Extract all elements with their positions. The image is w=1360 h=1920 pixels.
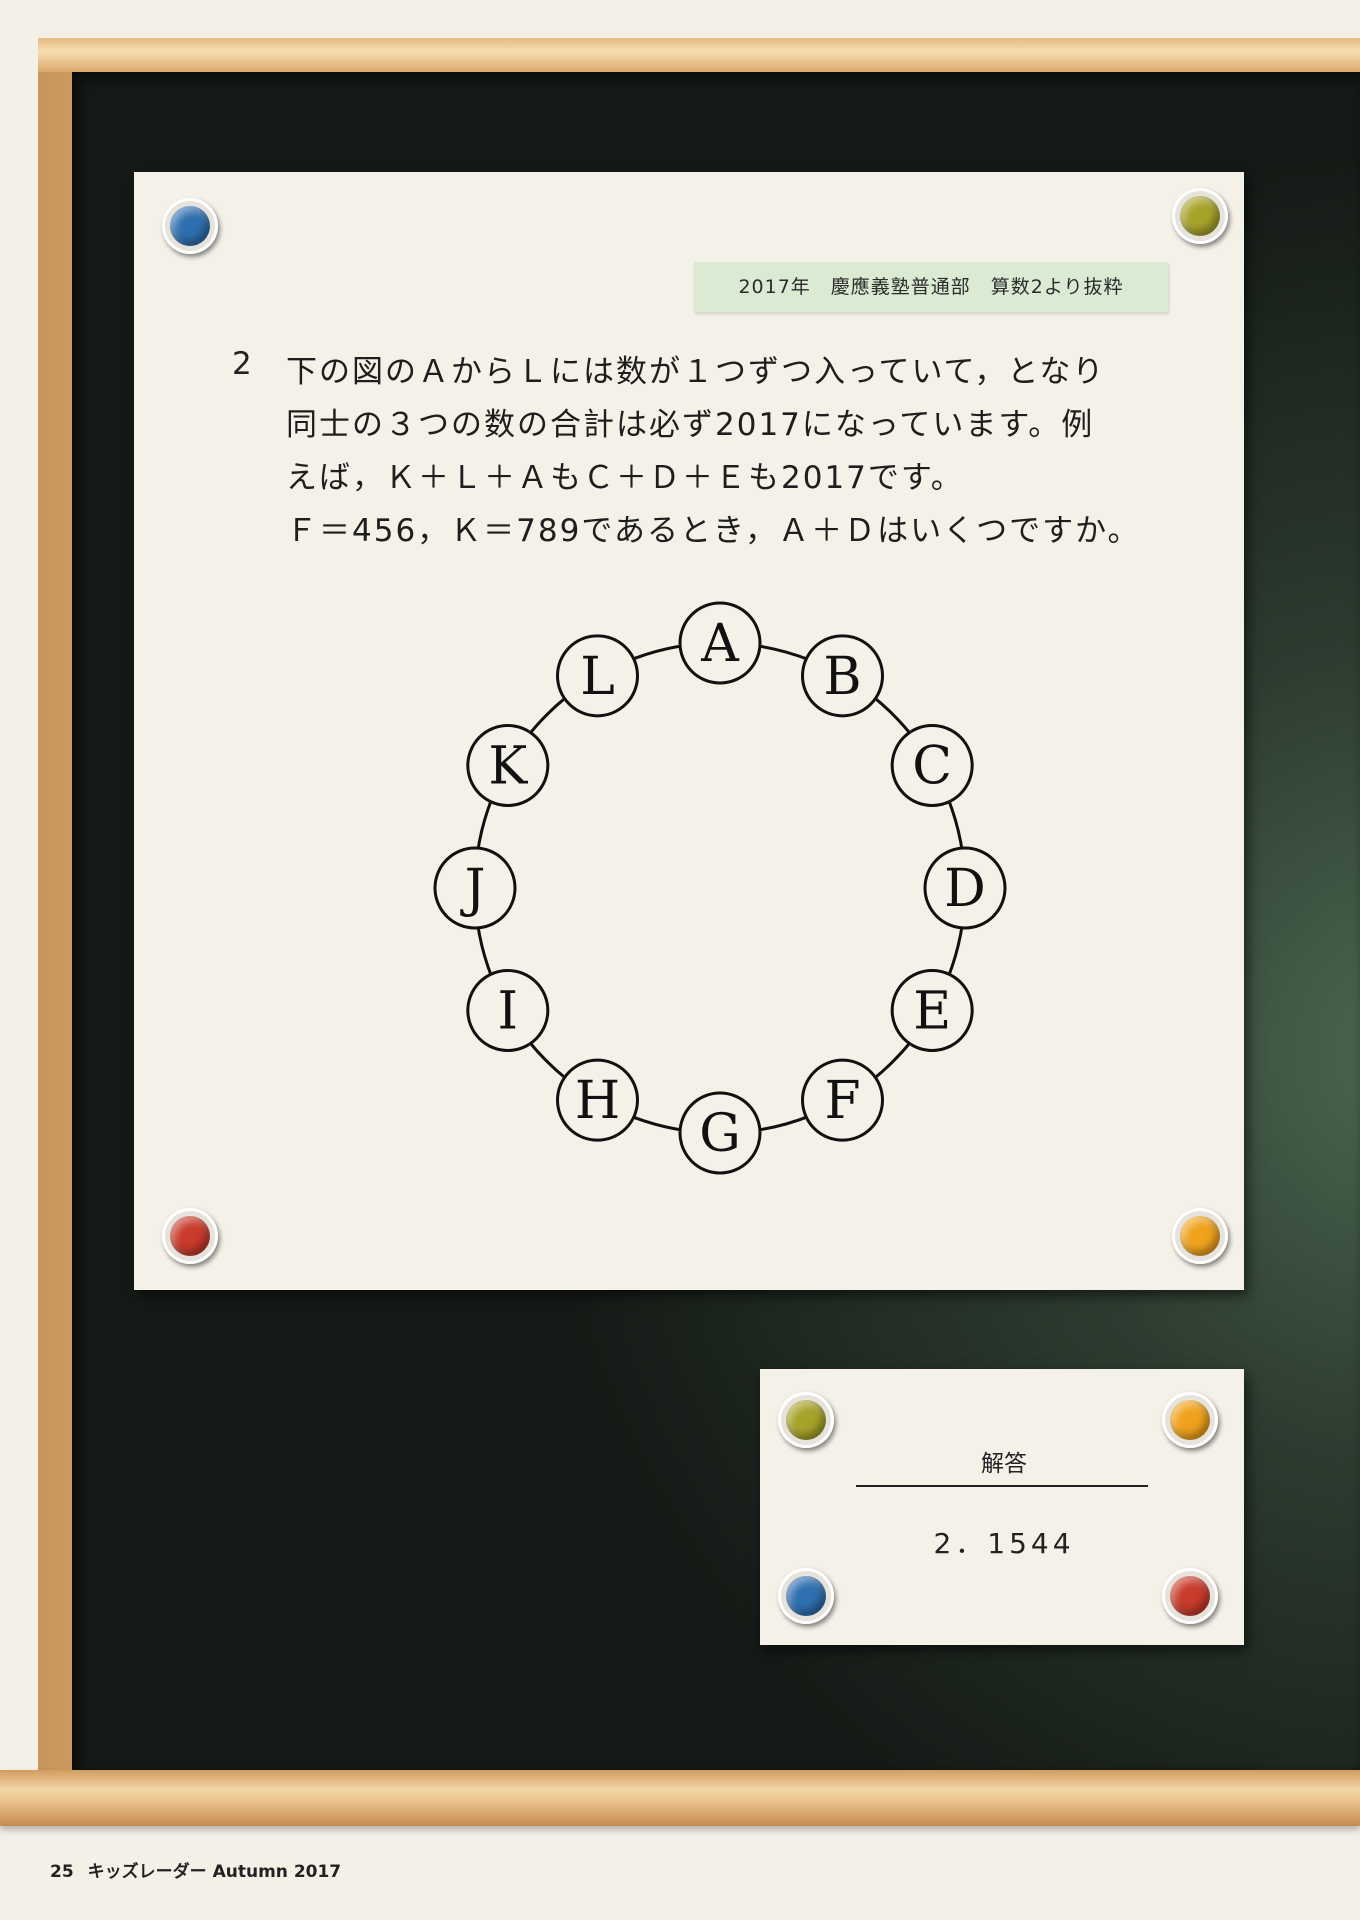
node-i: I — [466, 969, 550, 1052]
node-label: G — [699, 1104, 741, 1164]
node-a: A — [678, 601, 762, 685]
node-j: J — [433, 846, 517, 930]
page-footer: 25 キッズレーダー Autumn 2017 — [50, 1857, 355, 1882]
pin-icon — [778, 1568, 834, 1624]
question-line: 同士の３つの数の合計は必ず2017になっています。例 — [286, 407, 1095, 443]
pin-icon — [1162, 1568, 1218, 1624]
node-label: L — [580, 647, 615, 707]
node-d: D — [923, 846, 1007, 930]
question-number: 2 — [232, 346, 252, 382]
source-tag: 2017年 慶應義塾普通部 算数2より抜粋 — [694, 262, 1168, 312]
answer-value: 2．1544 — [933, 1527, 1075, 1560]
node-f: F — [801, 1058, 884, 1142]
node-label: A — [700, 614, 740, 674]
pin-icon — [1172, 1208, 1228, 1264]
question-text: 下の図のＡからＬには数が１つずつ入っていて，となり 同士の３つの数の合計は必ず2… — [286, 346, 1166, 558]
magazine-name: キッズレーダー Autumn 2017 — [87, 1862, 342, 1882]
node-label: C — [912, 737, 952, 797]
frame-bottom-rail — [0, 1770, 1360, 1826]
node-c: C — [890, 724, 974, 807]
node-label: D — [944, 859, 986, 919]
question-line: 下の図のＡからＬには数が１つずつ入っていて，となり — [286, 354, 1106, 390]
node-label: B — [823, 647, 861, 707]
node-label: K — [488, 737, 528, 797]
node-l: L — [556, 634, 639, 718]
question-line: Ｆ＝456，Ｋ＝789であるとき，Ａ＋Ｄはいくつですか。 — [286, 513, 1141, 549]
node-label: I — [498, 982, 519, 1042]
page-number: 25 — [50, 1862, 74, 1882]
node-label: H — [575, 1071, 620, 1131]
pin-icon — [1172, 188, 1228, 244]
frame-top-rail — [38, 38, 1360, 72]
node-e: E — [890, 969, 974, 1052]
node-label: E — [913, 982, 951, 1042]
answer-divider — [856, 1485, 1148, 1487]
ring-line — [473, 641, 967, 1135]
pin-icon — [162, 1208, 218, 1264]
circle-diagram: A BC D EF G HIJKL — [433, 601, 1007, 1175]
node-label: F — [824, 1071, 860, 1131]
pin-icon — [1162, 1392, 1218, 1448]
node-g: G — [678, 1091, 762, 1175]
node-k: K — [466, 724, 550, 807]
answer-title: 解答 — [981, 1451, 1027, 1477]
pin-icon — [778, 1392, 834, 1448]
node-b: B — [801, 634, 884, 718]
question-line: えば，Ｋ＋Ｌ＋ＡもＣ＋Ｄ＋Ｅも2017です。 — [286, 460, 964, 496]
node-h: H — [556, 1058, 639, 1142]
pin-icon — [162, 198, 218, 254]
